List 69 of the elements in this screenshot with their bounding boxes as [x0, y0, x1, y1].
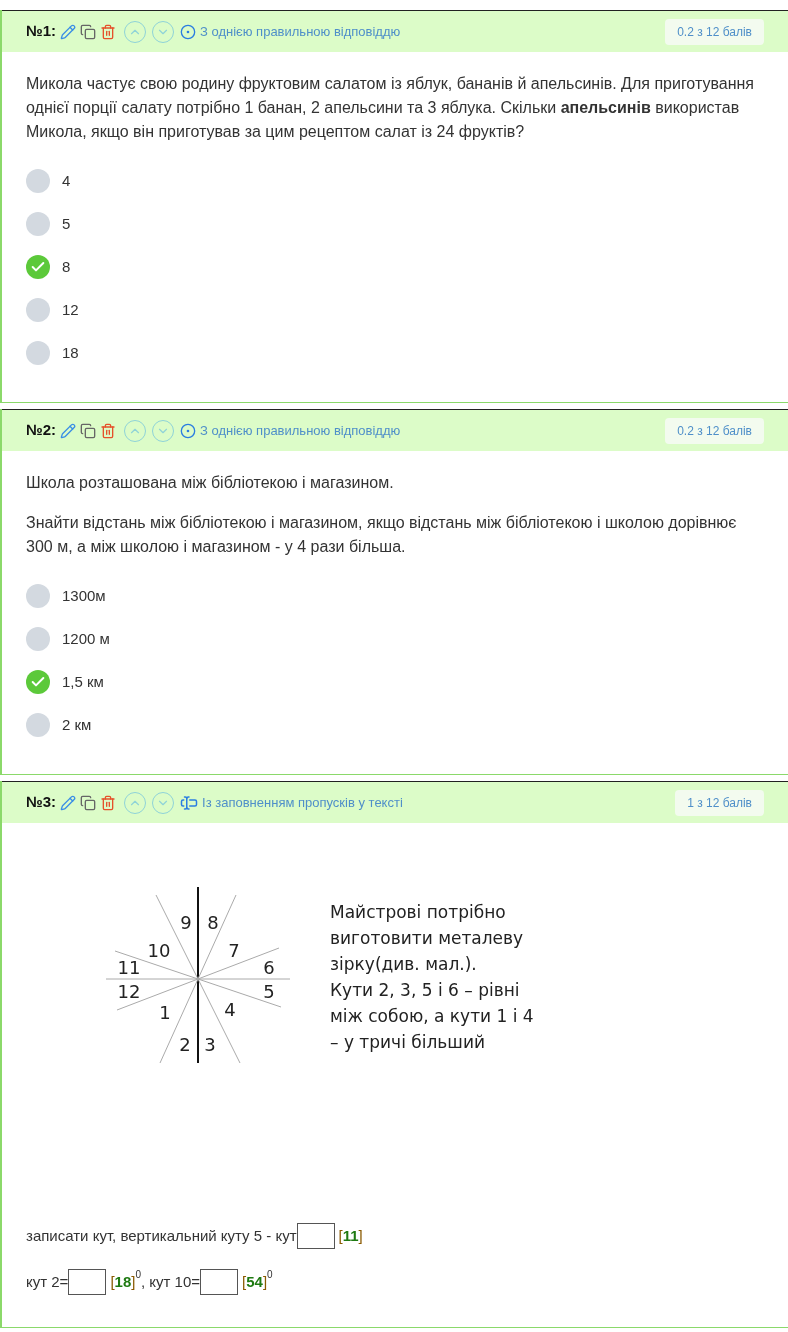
answer-radio[interactable] — [26, 341, 50, 365]
answer-radio[interactable] — [26, 584, 50, 608]
figure-text-line: Кути 2, 3, 5 і 6 – рівні — [330, 979, 521, 1002]
answer-radio[interactable] — [26, 298, 50, 322]
question-type-label: З однією правильною відповіддю — [200, 421, 401, 440]
blank-sentence-text: , кут 10= — [140, 1272, 201, 1292]
answer-option-label: 1200 м — [62, 628, 110, 649]
blank-sentence-text: записати кут, вертикальний куту 5 - кут — [26, 1225, 297, 1246]
figure-text-line: – у тричі більший — [330, 1031, 487, 1054]
answer-radio[interactable] — [26, 169, 50, 193]
question-number: №3: — [26, 792, 57, 813]
question-type-label: Із заповненням пропусків у тексті — [202, 793, 403, 812]
angle-number-label: 4 — [224, 999, 236, 1020]
angle-number-label: 12 — [117, 981, 141, 1002]
correct-answer-text: [11] — [338, 1225, 363, 1246]
degree-mark: 0 — [135, 1269, 141, 1280]
answer-option-label: 1300м — [62, 585, 106, 606]
angle-number-label: 8 — [207, 912, 219, 933]
correct-answer-text: [54] — [242, 1272, 268, 1292]
radio-type-icon — [180, 422, 197, 439]
text-input-type-icon — [180, 793, 199, 812]
answer-radio[interactable] — [26, 212, 50, 236]
delete-icon[interactable] — [100, 794, 117, 811]
angle-number-label: 11 — [117, 957, 141, 978]
angle-number-label: 6 — [263, 957, 275, 978]
edit-icon[interactable] — [60, 23, 77, 40]
angle-number-label: 5 — [263, 981, 275, 1002]
figure-text-line: Майстрові потрібно — [330, 901, 507, 924]
copy-icon[interactable] — [80, 422, 97, 439]
question-number: №1: — [26, 21, 57, 42]
figure-text-line: зірку(див. мал.). — [330, 953, 478, 976]
copy-icon[interactable] — [80, 794, 97, 811]
angle-number-label: 2 — [179, 1034, 191, 1055]
copy-icon[interactable] — [80, 23, 97, 40]
score-badge: 0.2 з 12 балів — [665, 18, 764, 45]
figure-text-line: виготовити металеву — [330, 927, 525, 950]
score-badge: 1 з 12 балів — [675, 789, 764, 816]
question-text: Школа розташована між бібліотекою і магазином. — [26, 473, 395, 493]
question-type-label: З однією правильною відповіддю — [200, 22, 401, 41]
angle-number-label: 7 — [228, 940, 240, 961]
edit-icon[interactable] — [60, 422, 77, 439]
angle-number-label: 10 — [147, 940, 171, 961]
question-number: №2: — [26, 420, 57, 441]
score-badge: 0.2 з 12 балів — [665, 417, 764, 444]
degree-mark: 0 — [267, 1269, 273, 1280]
answer-option-label: 4 — [62, 170, 71, 191]
question-text: Знайти відстань між бібліотекою і магазином, якщо відстань між бібліотекою і школою дорівнює 300 м, а між школою і магазином - у 4 рази більша. — [26, 513, 738, 557]
delete-icon[interactable] — [100, 422, 117, 439]
answer-option-label: 5 — [62, 213, 71, 234]
angle-number-label: 9 — [180, 912, 192, 933]
question-text: Микола частує свою родину фруктовим салатом із яблук, бананів й апельсинів. Для приготування однієї порції салату потрібно 1 банан, 2 апельсини та 3 яблука. Скільки апельсинів використав Микола, якщо він приготував за цим рецептом салат із 24 фруктів? — [26, 74, 755, 142]
answer-radio[interactable] — [26, 713, 50, 737]
angle-number-label: 3 — [204, 1034, 216, 1055]
answer-option-label: 18 — [62, 342, 79, 363]
correct-answer-text: [18] — [110, 1272, 136, 1292]
radio-type-icon — [180, 23, 197, 40]
answer-radio[interactable] — [26, 627, 50, 651]
answer-blank-field[interactable] — [68, 1269, 107, 1295]
answer-blank-field[interactable] — [200, 1269, 239, 1295]
delete-icon[interactable] — [100, 23, 117, 40]
blank-sentence-text: кут 2= — [26, 1271, 69, 1292]
answer-option-label: 12 — [62, 299, 79, 320]
answer-blank-field[interactable] — [296, 1223, 335, 1249]
answer-option-label: 8 — [62, 256, 71, 277]
answer-option-label: 1,5 км — [62, 671, 104, 692]
figure-text-line: між собою, а кути 1 і 4 — [330, 1005, 534, 1028]
angle-number-label: 1 — [159, 1002, 171, 1023]
answer-option-label: 2 км — [62, 714, 92, 735]
edit-icon[interactable] — [60, 794, 77, 811]
